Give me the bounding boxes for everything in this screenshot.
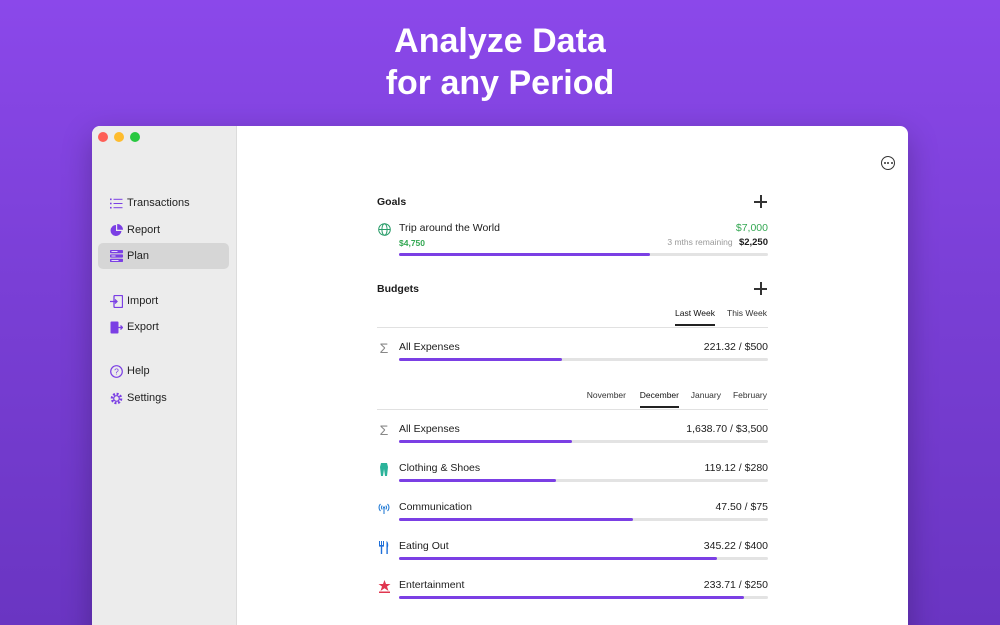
weekly-period-tabs: Last Week This Week bbox=[377, 308, 768, 328]
help-icon: ? bbox=[105, 364, 127, 378]
sidebar: Transactions Report Plan Import Export ?… bbox=[92, 126, 237, 625]
budget-amount: 1,638.70 / $3,500 bbox=[686, 423, 768, 435]
sidebar-item-transactions[interactable]: Transactions bbox=[98, 190, 229, 216]
budget-row[interactable]: Clothing & Shoes 119.12 / $280 bbox=[377, 462, 768, 484]
pie-chart-icon bbox=[105, 223, 127, 237]
budget-name: Eating Out bbox=[399, 540, 449, 552]
tab-this-week[interactable]: This Week bbox=[727, 308, 767, 324]
add-goal-button[interactable] bbox=[754, 195, 768, 209]
gear-icon bbox=[105, 392, 127, 405]
goal-remaining-label: 3 mths remaining bbox=[667, 237, 733, 247]
budget-amount: 345.22 / $400 bbox=[703, 540, 768, 552]
budget-progress-track bbox=[399, 596, 768, 599]
app-window: Transactions Report Plan Import Export ?… bbox=[92, 126, 908, 625]
list-icon bbox=[105, 198, 127, 209]
import-icon bbox=[105, 294, 127, 308]
plan-icon bbox=[105, 250, 127, 262]
budget-progress-fill bbox=[399, 358, 563, 361]
monthly-period-tabs: November December January February bbox=[377, 390, 768, 410]
tab-last-week[interactable]: Last Week bbox=[674, 308, 715, 326]
goal-remaining: 3 mths remaining $2,250 bbox=[667, 237, 768, 248]
tab-february[interactable]: February bbox=[733, 390, 767, 406]
budget-progress-fill bbox=[399, 518, 633, 521]
clothing-icon bbox=[377, 462, 391, 476]
goal-remaining-amount: $2,250 bbox=[738, 237, 768, 248]
sidebar-item-export[interactable]: Export bbox=[98, 314, 229, 340]
sidebar-item-label: Plan bbox=[127, 250, 150, 262]
goal-progress-fill bbox=[399, 253, 650, 256]
budget-progress-fill bbox=[399, 440, 572, 443]
goal-target: $7,000 bbox=[735, 222, 768, 234]
antenna-icon bbox=[377, 501, 391, 515]
tab-november[interactable]: November bbox=[587, 390, 626, 406]
budgets-title: Budgets bbox=[377, 283, 419, 295]
more-options-button[interactable] bbox=[881, 156, 895, 170]
budget-amount: 119.12 / $280 bbox=[704, 462, 768, 474]
sidebar-item-label: Report bbox=[127, 224, 161, 236]
sidebar-item-report[interactable]: Report bbox=[98, 217, 229, 243]
entertainment-icon bbox=[377, 579, 391, 593]
close-window-button[interactable] bbox=[98, 132, 108, 142]
headline-line-1: Analyze Data bbox=[394, 22, 606, 60]
budget-progress-fill bbox=[399, 557, 718, 560]
budget-progress-fill bbox=[399, 596, 744, 599]
budget-row[interactable]: Eating Out 345.22 / $400 bbox=[377, 540, 768, 562]
fork-knife-icon bbox=[377, 540, 391, 554]
sidebar-item-label: Export bbox=[127, 321, 159, 333]
budget-name: Entertainment bbox=[399, 579, 465, 591]
budget-progress-track bbox=[399, 358, 768, 361]
minimize-window-button[interactable] bbox=[114, 132, 124, 142]
budget-amount: 47.50 / $75 bbox=[715, 501, 768, 513]
headline: Analyze Data for any Period bbox=[0, 20, 1000, 104]
goal-progress-track bbox=[399, 253, 768, 256]
budget-name: All Expenses bbox=[399, 423, 460, 435]
budget-progress-track bbox=[399, 518, 768, 521]
budget-row[interactable]: Entertainment 233.71 / $250 bbox=[377, 579, 768, 601]
svg-text:?: ? bbox=[114, 366, 119, 376]
budget-progress-track bbox=[399, 440, 768, 443]
budget-row[interactable]: Communication 47.50 / $75 bbox=[377, 501, 768, 523]
sidebar-item-import[interactable]: Import bbox=[98, 288, 229, 314]
budget-name: Communication bbox=[399, 501, 472, 513]
budget-row[interactable]: Σ All Expenses 221.32 / $500 bbox=[377, 341, 768, 363]
tab-january[interactable]: January bbox=[691, 390, 721, 406]
main-content: Goals Trip around the World $7,000 $4,75… bbox=[237, 126, 908, 625]
sidebar-item-label: Transactions bbox=[127, 197, 190, 209]
budget-name: All Expenses bbox=[399, 341, 460, 353]
budget-progress-track bbox=[399, 557, 768, 560]
budget-amount: 233.71 / $250 bbox=[703, 579, 768, 591]
tab-december[interactable]: December bbox=[639, 390, 679, 408]
sidebar-item-help[interactable]: ? Help bbox=[98, 358, 229, 384]
window-controls bbox=[98, 132, 140, 142]
budget-row[interactable]: Σ All Expenses 1,638.70 / $3,500 bbox=[377, 423, 768, 445]
zoom-window-button[interactable] bbox=[130, 132, 140, 142]
sidebar-item-label: Help bbox=[127, 365, 150, 377]
sidebar-item-label: Settings bbox=[127, 392, 167, 404]
sidebar-item-label: Import bbox=[127, 295, 159, 307]
goal-saved: $4,750 bbox=[399, 238, 425, 248]
sidebar-item-plan[interactable]: Plan bbox=[98, 243, 229, 269]
ellipsis-icon bbox=[883, 162, 886, 164]
add-budget-button[interactable] bbox=[754, 282, 768, 296]
budget-name: Clothing & Shoes bbox=[399, 462, 481, 474]
goal-name: Trip around the World bbox=[399, 222, 500, 234]
budget-progress-track bbox=[399, 479, 768, 482]
sigma-icon: Σ bbox=[379, 422, 389, 438]
headline-line-2: for any Period bbox=[385, 64, 615, 102]
sidebar-item-settings[interactable]: Settings bbox=[98, 385, 229, 411]
export-icon bbox=[105, 321, 127, 334]
budget-amount: 221.32 / $500 bbox=[703, 341, 768, 353]
goal-item[interactable]: Trip around the World $7,000 $4,750 3 mt… bbox=[377, 222, 768, 258]
budget-progress-fill bbox=[399, 479, 556, 482]
goals-title: Goals bbox=[377, 196, 407, 208]
sigma-icon: Σ bbox=[379, 340, 389, 356]
globe-icon bbox=[377, 222, 391, 236]
